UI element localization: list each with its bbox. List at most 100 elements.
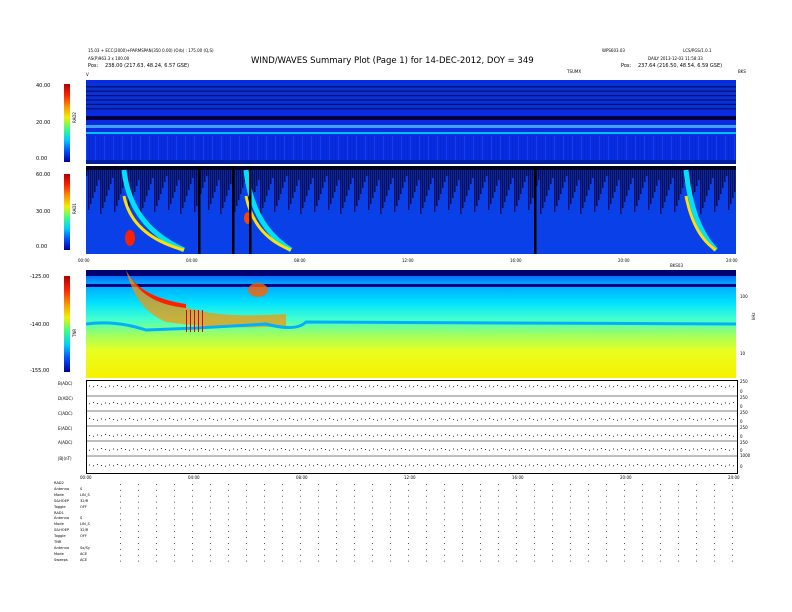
rad2-texture (593, 136, 594, 164)
hk-point (549, 435, 550, 436)
mode-dot (462, 513, 463, 515)
rad2-band (86, 90, 736, 92)
hk-xtick-0: 00:00 (80, 475, 92, 480)
hk-point (93, 419, 94, 420)
hk-point (697, 434, 698, 436)
rad2-texture (89, 136, 90, 164)
rad2-spectrogram (86, 80, 736, 164)
hk-point (209, 403, 210, 405)
hk-point (593, 435, 594, 437)
mode-dot (498, 507, 499, 509)
mode-dot (498, 489, 499, 491)
header-right-pos-value: 237.64 (216.50, 48.54, 6.59 GSE) (638, 63, 723, 69)
hk-point (273, 435, 274, 437)
rad2-texture (164, 136, 165, 164)
hk-point (381, 386, 382, 387)
mode-value: OFF (80, 534, 87, 539)
mode-value: ACE (80, 557, 88, 562)
hk-point (725, 386, 726, 388)
mode-label: Mode (54, 492, 64, 497)
mode-dot (696, 507, 697, 509)
hk-point (381, 418, 382, 420)
hk-point (529, 449, 530, 451)
mode-dot (174, 531, 175, 532)
rad1-dark-streak (88, 166, 90, 210)
rad1-dark-streak (222, 166, 224, 208)
hk-point (505, 402, 506, 404)
hk-point (621, 418, 622, 420)
hk-point (641, 465, 642, 466)
rad2-texture (596, 136, 597, 164)
rad2-texture (515, 136, 516, 164)
mode-dot (390, 489, 391, 491)
hk-point (617, 449, 618, 451)
mode-dot (552, 501, 553, 503)
rad2-texture (113, 136, 114, 164)
hk-point (529, 385, 530, 387)
hk-point (413, 419, 414, 420)
rad2-texture (128, 136, 129, 164)
mode-dot (408, 495, 409, 497)
rad1-dark-streak (224, 166, 226, 202)
hk-point (293, 386, 294, 388)
hk-point (641, 448, 642, 449)
mode-value: ACE (80, 551, 88, 556)
hk-point (213, 435, 214, 437)
hk-point (309, 385, 310, 387)
hk-point (525, 434, 526, 435)
hk-point (453, 465, 454, 467)
hk-point (433, 448, 434, 450)
mode-dot (462, 484, 463, 485)
rad2-texture (347, 136, 348, 164)
hk-point (665, 419, 666, 421)
mode-dot (570, 501, 571, 503)
hk-point (221, 435, 222, 437)
hk-point (413, 465, 414, 467)
rad1-dark-streak (554, 166, 556, 212)
hk-point (457, 403, 458, 404)
hk-point (405, 449, 406, 450)
hk-point (585, 386, 586, 388)
rad1-xtick-3: 12:00 (402, 258, 414, 263)
mode-dot (318, 554, 319, 556)
hk-point (325, 419, 326, 421)
hk-point (533, 448, 534, 450)
hk-point (441, 435, 442, 437)
hk-point (169, 435, 170, 436)
hk-point (713, 448, 714, 450)
hk-point (581, 448, 582, 449)
rad2-texture (335, 136, 336, 164)
mode-dot (660, 531, 661, 532)
hk-point (609, 435, 610, 436)
hk-point (197, 434, 198, 436)
rad2-texture (485, 136, 486, 164)
mode-row: Mode ACE (54, 552, 87, 557)
rad1-dark-streak (488, 166, 490, 210)
rad2-texture (440, 136, 441, 164)
mode-dot (210, 560, 211, 562)
hk-point (505, 434, 506, 435)
hk-point (429, 403, 430, 405)
rad2-texture (95, 136, 96, 164)
hk-point (453, 419, 454, 420)
mode-dot (246, 548, 247, 550)
hk-point (149, 385, 150, 387)
rad2-texture (104, 136, 105, 164)
hk-point (345, 402, 346, 404)
rad1-dark-streak (506, 166, 508, 196)
mode-dot (480, 531, 481, 532)
rad1-dark-streak (120, 166, 122, 194)
hk-point (581, 465, 582, 466)
hk-point (577, 403, 578, 404)
mode-dot (264, 507, 265, 509)
rad1-dark-streak (104, 166, 106, 202)
hk-point (453, 402, 454, 403)
rad2-texture (554, 136, 555, 164)
rad1-dark-streak (500, 166, 502, 214)
rad2-texture (509, 136, 510, 164)
hk-point (565, 465, 566, 467)
hk-point (557, 464, 558, 465)
rad2-texture (344, 136, 345, 164)
hk-point (381, 403, 382, 405)
hk-point (393, 386, 394, 388)
